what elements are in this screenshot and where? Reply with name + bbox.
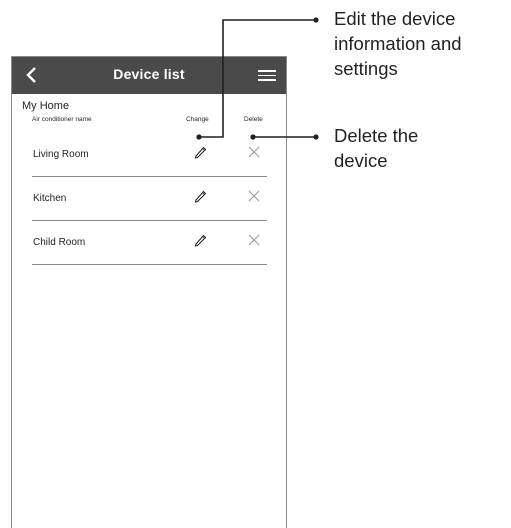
callout-delete-description: Delete the device: [334, 125, 419, 171]
callout-edit-description: Edit the device information and settings: [334, 8, 462, 79]
